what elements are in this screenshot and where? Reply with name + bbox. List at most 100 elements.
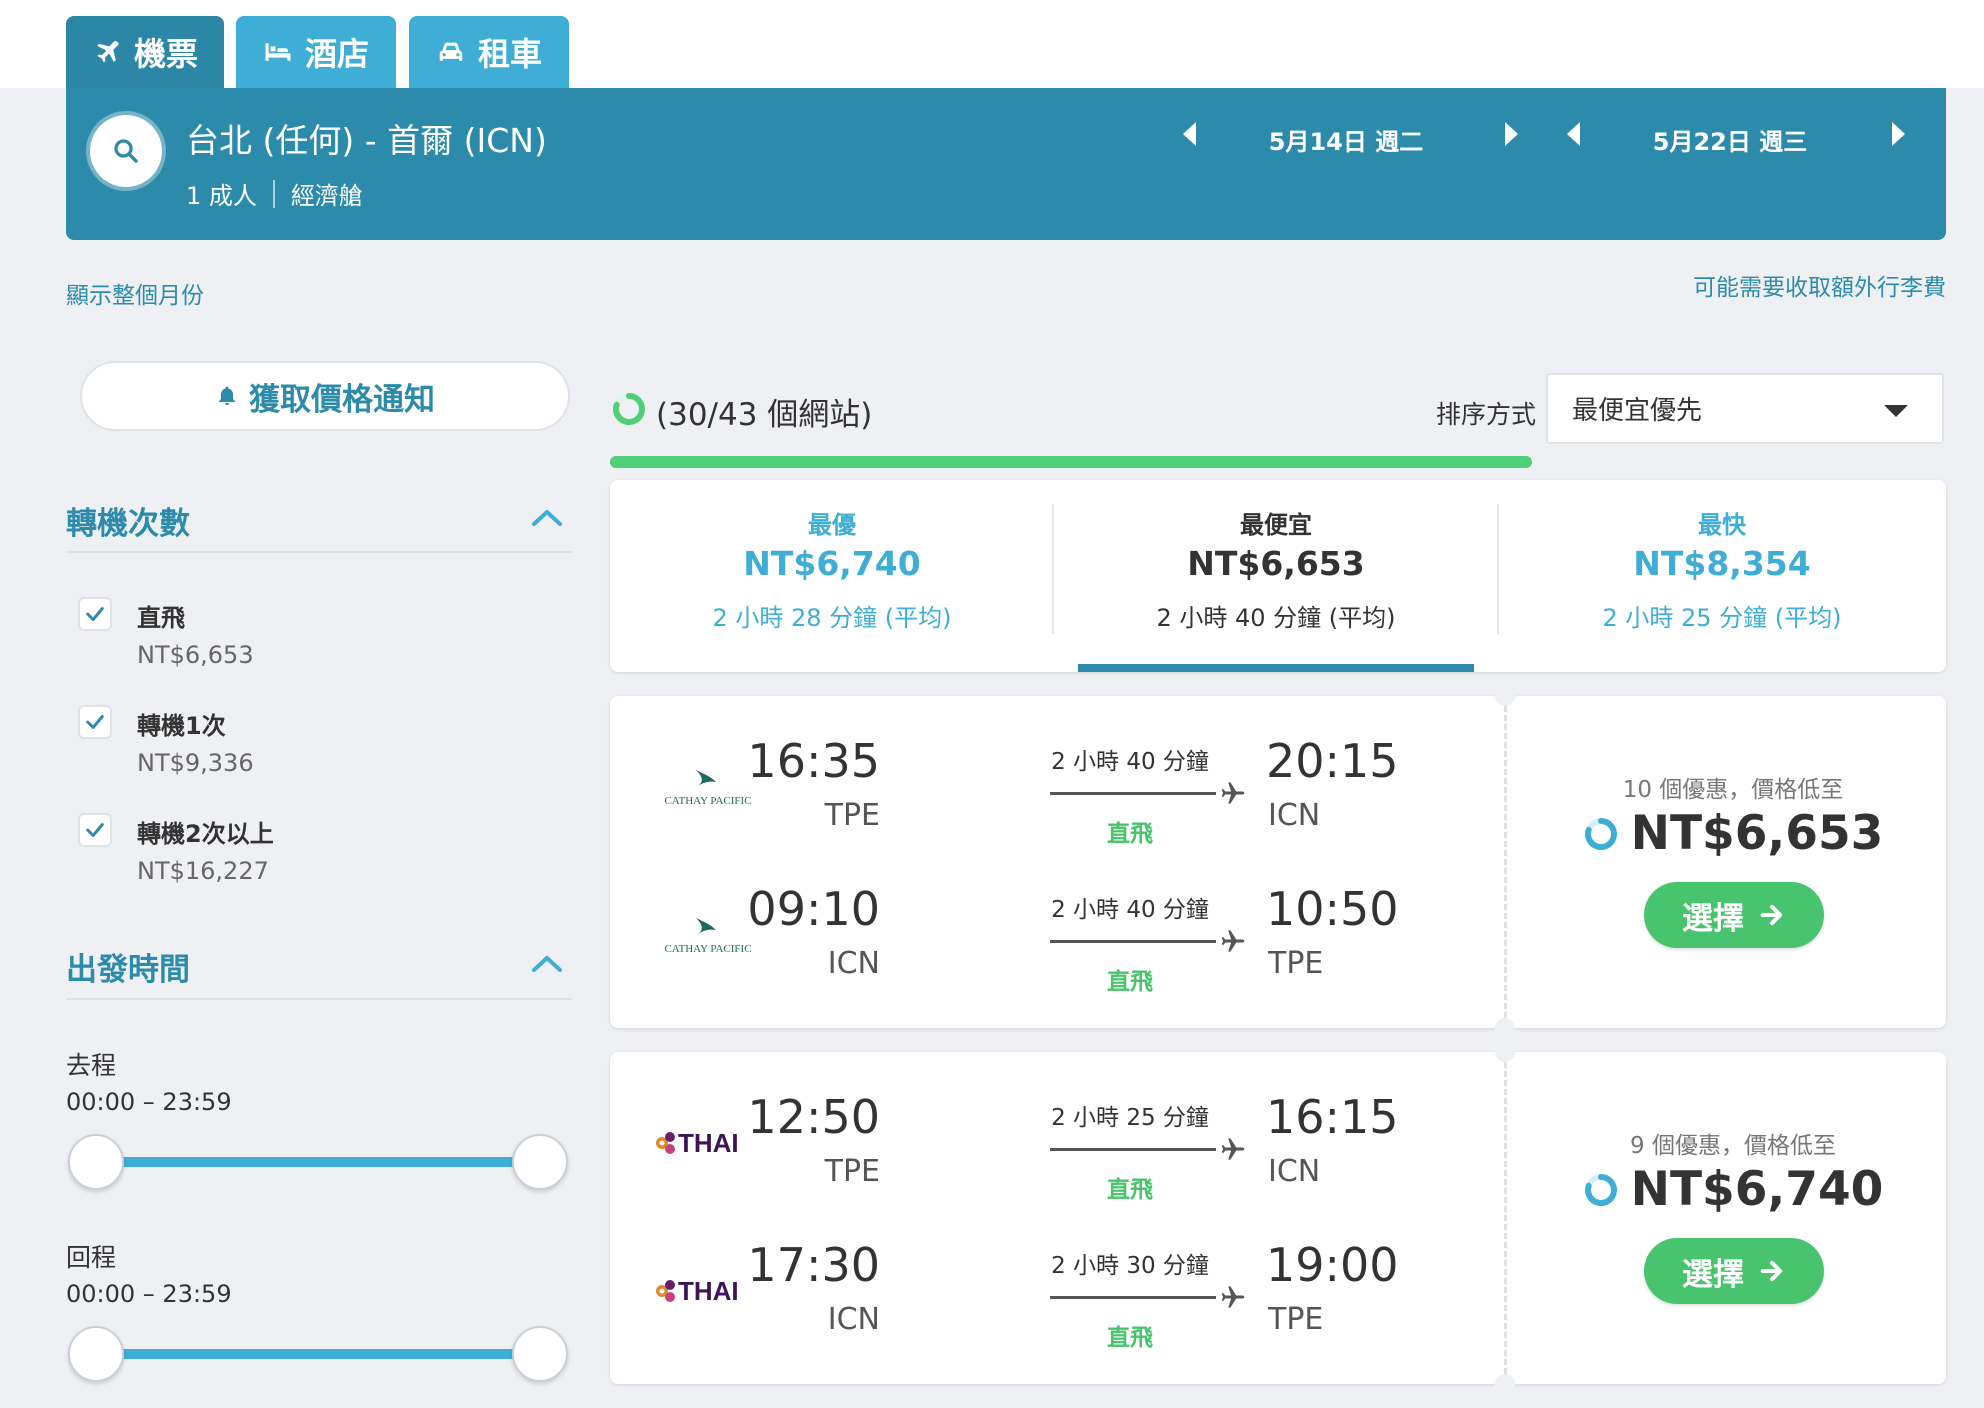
caret-down-icon	[1884, 405, 1908, 417]
chevron-up-icon[interactable]	[530, 952, 564, 974]
airline-name: CATHAY PACIFIC	[664, 943, 751, 955]
lowest-price: NT$6,653	[1520, 806, 1946, 861]
tab-cars[interactable]: 租車	[409, 16, 569, 88]
stops-info: 直飛	[1107, 969, 1153, 995]
summary-tab-best[interactable]: 最優 NT$6,740 2 小時 28 分鐘 (平均)	[610, 480, 1054, 672]
departure-airport: TPE	[824, 798, 880, 833]
return-time-slider-end-handle[interactable]	[512, 1326, 568, 1382]
return-time-slider-track[interactable]	[96, 1349, 540, 1359]
ticket-notch	[1495, 1374, 1515, 1394]
departure-time: 09:10	[747, 882, 880, 936]
summary-tab-price: NT$6,740	[743, 544, 921, 583]
chevron-up-icon[interactable]	[530, 506, 564, 528]
stops-two-plus-checkbox[interactable]	[78, 813, 112, 847]
show-month-link[interactable]: 顯示整個月份	[66, 276, 204, 310]
return-date-next-arrow[interactable]	[1892, 122, 1905, 146]
loading-spinner-icon	[1584, 817, 1617, 850]
summary-tab-cheapest[interactable]: 最便宜 NT$6,653 2 小時 40 分鐘 (平均)	[1054, 480, 1498, 672]
plane-icon	[1221, 1286, 1245, 1308]
return-time-label: 回程	[66, 1243, 117, 1272]
summary-tab-label: 最優	[808, 511, 856, 539]
arrival-airport: ICN	[1268, 1154, 1321, 1189]
airline-name: THAI	[678, 1128, 739, 1158]
stops-filter-title: 轉機次數	[66, 506, 190, 542]
arrival-time: 16:15	[1266, 1090, 1399, 1144]
select-label: 選擇	[1682, 900, 1744, 937]
ticket-notch	[1495, 1042, 1515, 1062]
tab-flights[interactable]: 機票	[66, 16, 224, 88]
select-button[interactable]: 選擇	[1644, 1238, 1824, 1304]
loading-spinner-icon	[1584, 1173, 1617, 1206]
departure-time-filter-title: 出發時間	[66, 952, 190, 988]
select-button[interactable]: 選擇	[1644, 882, 1824, 948]
plane-icon	[97, 40, 119, 63]
return-date-prev-arrow[interactable]	[1567, 122, 1580, 146]
stops-two-plus-label[interactable]: 轉機2次以上	[137, 814, 274, 849]
plane-icon	[1221, 782, 1245, 804]
baggage-fee-link[interactable]: 可能需要收取額外行李費	[1693, 268, 1946, 302]
summary-tab-label: 最便宜	[1240, 511, 1312, 539]
divider	[272, 179, 275, 208]
route-line	[1050, 1296, 1216, 1299]
flight-duration: 2 小時 25 分鐘	[1051, 1105, 1209, 1131]
return-time-slider-start-handle[interactable]	[68, 1326, 124, 1382]
departure-time: 17:30	[747, 1238, 880, 1292]
outbound-time-slider-track[interactable]	[96, 1157, 540, 1167]
divider	[66, 998, 572, 1000]
outbound-time-slider-start-handle[interactable]	[68, 1134, 124, 1190]
result-summary-tabs: 最優 NT$6,740 2 小時 28 分鐘 (平均) 最便宜 NT$6,653…	[610, 480, 1946, 672]
arrival-airport: TPE	[1268, 946, 1324, 981]
summary-tab-duration: 2 小時 40 分鐘 (平均)	[1156, 604, 1396, 632]
route-line	[1050, 792, 1216, 795]
tab-hotels[interactable]: 酒店	[236, 16, 396, 88]
divider	[1504, 1062, 1507, 1374]
price-alert-button[interactable]: 獲取價格通知	[80, 361, 570, 431]
depart-date[interactable]: 5月14日 週二	[1246, 122, 1446, 157]
stops-one-label[interactable]: 轉機1次	[137, 706, 226, 741]
lowest-price: NT$6,740	[1520, 1162, 1946, 1217]
arrival-airport: TPE	[1268, 1302, 1324, 1337]
summary-tab-fastest[interactable]: 最快 NT$8,354 2 小時 25 分鐘 (平均)	[1500, 480, 1944, 672]
sort-dropdown[interactable]: 最便宜優先	[1546, 373, 1944, 444]
sort-label: 排序方式	[1436, 400, 1537, 429]
airline-name: CATHAY PACIFIC	[664, 795, 751, 807]
depart-date-prev-arrow[interactable]	[1183, 122, 1196, 146]
sort-value: 最便宜優先	[1572, 396, 1703, 426]
car-icon	[439, 42, 463, 61]
summary-tab-duration: 2 小時 28 分鐘 (平均)	[712, 604, 952, 632]
departure-time: 16:35	[747, 734, 880, 788]
divider	[1497, 504, 1499, 634]
return-time-range: 00:00 – 23:59	[66, 1280, 232, 1308]
stops-one-checkbox[interactable]	[78, 705, 112, 739]
flight-duration: 2 小時 40 分鐘	[1051, 897, 1209, 923]
return-date[interactable]: 5月22日 週三	[1630, 122, 1830, 157]
plane-icon	[1221, 1138, 1245, 1160]
outbound-leg: THAI 12:50 TPE 2 小時 25 分鐘 直飛 16:15 ICN	[610, 1070, 1500, 1210]
arrow-right-icon	[1760, 1260, 1783, 1282]
outbound-time-slider-end-handle[interactable]	[512, 1134, 568, 1190]
sites-searched-count: (30/43 個網站)	[656, 397, 873, 433]
flight-duration: 2 小時 30 分鐘	[1051, 1253, 1209, 1279]
outbound-time-range: 00:00 – 23:59	[66, 1088, 232, 1116]
bell-icon	[219, 386, 235, 405]
route-title: 台北 (任何) - 首爾 (ICN)	[186, 121, 547, 160]
search-button[interactable]	[90, 115, 162, 187]
stops-direct-checkbox[interactable]	[78, 597, 112, 631]
return-leg: THAI 17:30 ICN 2 小時 30 分鐘 直飛 19:00 TPE	[610, 1218, 1500, 1358]
flight-result-card[interactable]: THAI 12:50 TPE 2 小時 25 分鐘 直飛 16:15 ICN T…	[610, 1042, 1946, 1394]
depart-date-next-arrow[interactable]	[1505, 122, 1518, 146]
tab-hotels-label: 酒店	[304, 35, 369, 73]
passenger-count: 1 成人	[186, 182, 257, 210]
route-line	[1050, 940, 1216, 943]
arrival-time: 19:00	[1266, 1238, 1399, 1292]
arrival-airport: ICN	[1268, 798, 1321, 833]
checkmark-icon	[86, 607, 104, 621]
search-icon	[114, 139, 138, 163]
search-summary-banner[interactable]: 台北 (任何) - 首爾 (ICN) 1 成人 經濟艙 5月14日 週二 5月2…	[66, 88, 1946, 240]
flight-result-card[interactable]: CATHAY PACIFIC 16:35 TPE 2 小時 40 分鐘 直飛 2…	[610, 686, 1946, 1038]
arrival-time: 10:50	[1266, 882, 1399, 936]
stops-direct-label[interactable]: 直飛	[137, 598, 185, 633]
deals-count: 10 個優惠，價格低至	[1622, 777, 1844, 803]
summary-tab-duration: 2 小時 25 分鐘 (平均)	[1602, 604, 1842, 632]
ticket-notch	[1495, 1018, 1515, 1038]
